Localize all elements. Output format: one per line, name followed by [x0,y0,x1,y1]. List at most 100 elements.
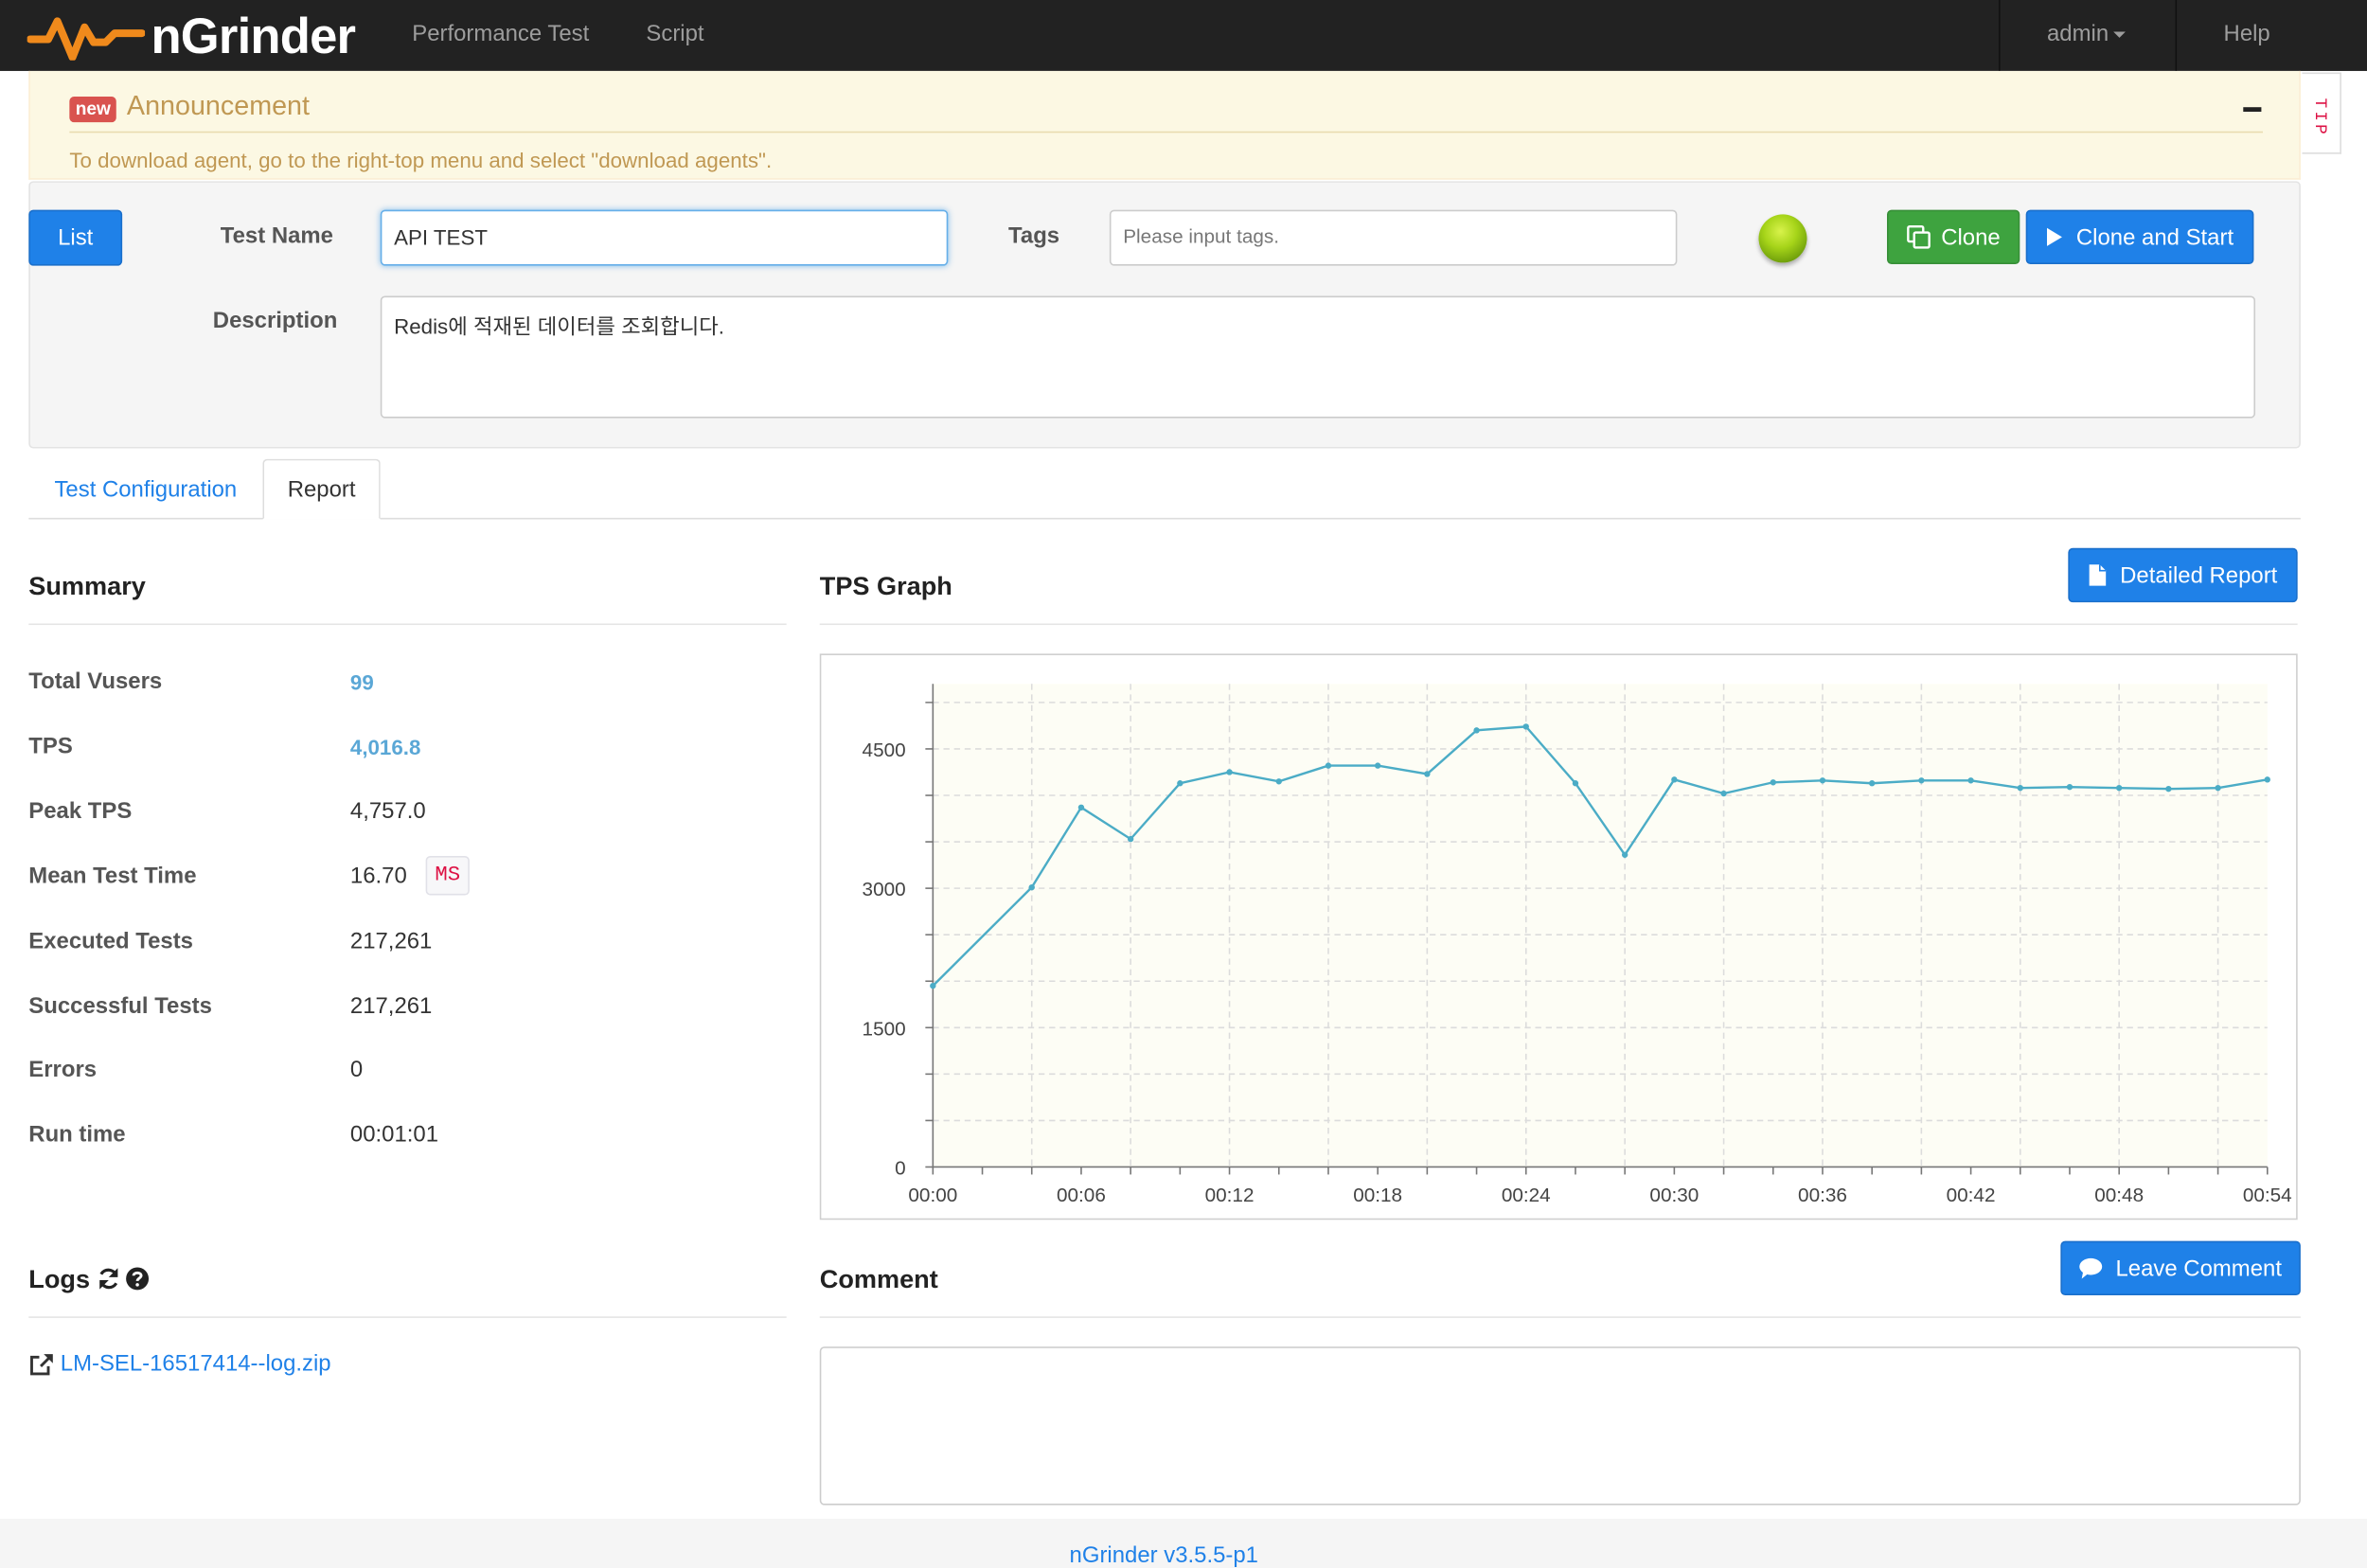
summary-key: Peak TPS [28,798,133,825]
tps-data-point [1770,779,1776,786]
total-vusers-value: 99 [349,669,374,695]
tps-value: 4,016.8 [349,735,421,759]
tps-data-point [1572,780,1579,787]
ngrinder-logo[interactable]: nGrinder [27,6,356,66]
tps-data-point [1028,883,1035,891]
test-name-input[interactable]: API TEST [380,209,949,266]
logs-title: Logs [28,1265,91,1294]
summary-key: Successful Tests [28,993,212,1020]
summary-key: Executed Tests [28,928,193,954]
tps-data-point [1177,780,1184,787]
caret-down-icon [2112,31,2126,38]
tps-graph-divider [819,623,2298,626]
tps-data-point [2215,784,2221,792]
tps-data-point [1819,777,1826,784]
tps-data-point [1473,727,1480,734]
pulse-logo-icon [27,17,146,61]
tps-graph-title: TPS Graph [819,572,952,601]
comment-textarea[interactable] [819,1346,2301,1506]
x-tick-label: 00:18 [1353,1185,1402,1206]
comment-divider [819,1316,2301,1318]
minimize-icon[interactable] [2243,107,2262,112]
tps-data-point [1868,780,1876,787]
x-tick-label: 00:00 [908,1185,957,1206]
description-label: Description [212,308,338,334]
description-textarea[interactable]: Redis에 적재된 데이터를 조회합니다. [380,295,2256,419]
footer: nGrinder v3.5.5-p1 [0,1518,2367,1568]
tps-data-point [930,982,936,989]
test-name-label: Test Name [220,223,333,250]
leave-comment-button[interactable]: Leave Comment [2060,1240,2301,1295]
plot-area [933,684,2268,1167]
list-button[interactable]: List [28,209,123,266]
tab-test-configuration[interactable]: Test Configuration [28,459,262,520]
summary-key: TPS [28,733,73,759]
clone-and-start-button[interactable]: Clone and Start [2025,209,2254,265]
summary-key: Mean Test Time [28,863,197,890]
comment-bubble-icon [2080,1257,2103,1279]
tps-data-point [1621,851,1628,858]
user-menu[interactable]: admin [2047,21,2126,46]
tps-data-point [1918,777,1925,784]
nav-divider [2175,0,2178,71]
tps-data-point [1275,778,1282,785]
page: nGrinder Performance Test Script admin H… [0,0,2367,1568]
y-tick-label: 4500 [863,739,906,761]
tps-chart-svg: 0 1500 3000 4500 00:00 00:06 00:12 00:18 00:24 00… [863,684,2292,1206]
x-tick-label: 00:30 [1649,1185,1699,1206]
refresh-icon[interactable] [97,1267,121,1292]
x-tick-label: 00:24 [1502,1185,1551,1206]
document-icon [2090,564,2107,586]
x-tick-label: 00:48 [2094,1185,2144,1206]
tps-data-point [1522,723,1529,730]
detailed-report-label: Detailed Report [2120,561,2278,589]
tps-data-point [1374,762,1381,769]
x-tick-label: 00:06 [1057,1185,1106,1206]
x-tick-label: 00:36 [1798,1185,1847,1206]
new-badge: new [69,97,117,123]
tags-label: Tags [1008,223,1060,250]
clone-button[interactable]: Clone [1887,209,2020,265]
announcement-panel: new Announcement To download agent, go t… [28,70,2301,180]
errors-value: 0 [349,1057,364,1083]
tps-data-point [2165,785,2172,793]
tps-data-point [2264,776,2270,783]
tab-report[interactable]: Report [262,458,381,520]
status-ball-icon [1758,214,1807,263]
nav-performance-test[interactable]: Performance Test [412,21,589,46]
tps-data-point [1671,776,1678,783]
summary-key: Errors [28,1057,98,1083]
x-tick-label: 00:12 [1205,1185,1255,1206]
clone-label: Clone [1941,223,2001,250]
x-tick-label: 00:54 [2243,1185,2292,1206]
log-file-link[interactable]: LM-SEL-16517414--log.zip [61,1351,331,1377]
announcement-body: To download agent, go to the right-top m… [69,148,773,172]
footer-version-link[interactable]: nGrinder v3.5.5-p1 [0,1542,2328,1568]
tps-data-point [2115,784,2123,792]
tps-data-point [1325,762,1332,769]
tps-data-point [2066,783,2073,791]
x-tick-label: 00:42 [1947,1185,1996,1206]
list-button-label: List [58,224,94,251]
play-icon [2047,227,2063,246]
copy-icon [1906,224,1931,249]
tps-data-point [1424,771,1431,777]
tps-data-point [1127,835,1134,843]
tps-data-point [1967,777,1974,784]
tps-data-point [1720,790,1727,797]
comment-title: Comment [819,1265,938,1294]
tps-data-point [1226,769,1233,775]
detailed-report-button[interactable]: Detailed Report [2068,547,2298,603]
nav-help[interactable]: Help [2224,21,2270,46]
nav-script[interactable]: Script [646,21,703,46]
summary-key: Total Vusers [28,668,163,695]
y-tick-label: 0 [895,1157,906,1179]
y-tick-label: 1500 [863,1018,906,1040]
tags-input[interactable]: Please input tags. [1109,209,1678,266]
help-icon[interactable] [125,1267,150,1292]
nav-divider [1998,0,2001,71]
tip-tab[interactable]: TIP [2302,72,2341,154]
user-name: admin [2047,21,2109,47]
mean-test-time-value: 16.70 [349,863,407,890]
peak-tps-value: 4,757.0 [349,798,426,825]
